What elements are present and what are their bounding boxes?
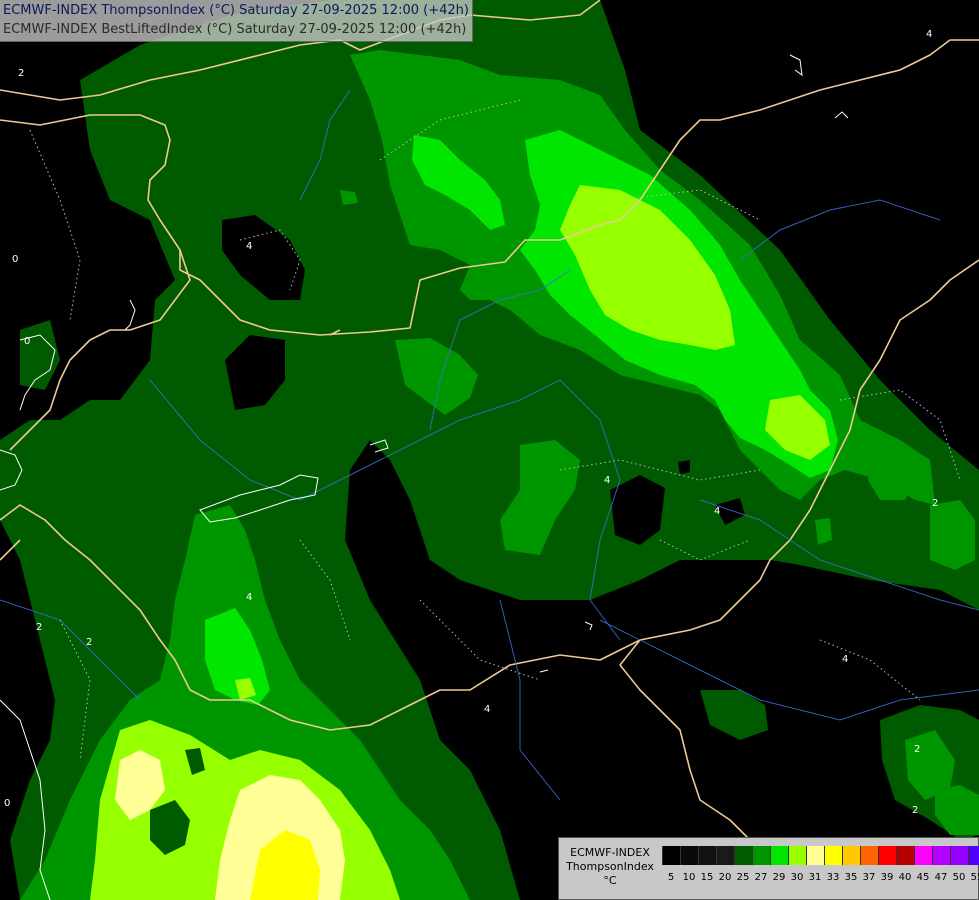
contour-label: 2: [86, 637, 92, 648]
legend-swatch: [951, 846, 969, 865]
contour-label: 4: [484, 704, 490, 715]
legend-tick-label: 40: [898, 872, 912, 883]
legend-unit: °C: [603, 874, 617, 887]
contour-label: 2: [912, 805, 918, 816]
legend-swatch: [861, 846, 879, 865]
header-line-thompson-index: ECMWF-INDEX ThompsonIndex (°C) Saturday …: [3, 3, 469, 18]
legend-model: ECMWF-INDEX: [570, 846, 650, 859]
legend-swatch: [717, 846, 735, 865]
contour-label: 2: [18, 68, 24, 79]
legend-tick-label: 50: [952, 872, 966, 883]
legend-swatches: [662, 846, 979, 865]
legend-swatch: [771, 846, 789, 865]
legend-swatch: [843, 846, 861, 865]
contour-label: 4: [842, 654, 848, 665]
legend-tick-label: 55: [970, 872, 979, 883]
contour-label: 4: [246, 592, 252, 603]
legend-tick-label: 20: [718, 872, 732, 883]
contour-label: 0: [24, 336, 30, 347]
legend-tick-label: 30: [790, 872, 804, 883]
legend-swatch: [735, 846, 753, 865]
legend-tick-label: 35: [844, 872, 858, 883]
legend-swatch: [969, 846, 979, 865]
legend-swatch: [879, 846, 897, 865]
legend-title: ECMWF-INDEX ThompsonIndex °C: [562, 846, 658, 888]
contour-label: 4: [926, 29, 932, 40]
contour-label: 2: [932, 498, 938, 509]
legend-tick-label: 27: [754, 872, 768, 883]
legend-swatch: [915, 846, 933, 865]
legend-swatch: [807, 846, 825, 865]
legend-tick-label: 37: [862, 872, 876, 883]
legend-ticks: 5101520252729303133353739404547505560: [662, 872, 979, 884]
legend-swatch: [681, 846, 699, 865]
legend-swatch: [897, 846, 915, 865]
legend-tick-label: 25: [736, 872, 750, 883]
legend-tick-label: 10: [682, 872, 696, 883]
legend-swatch: [789, 846, 807, 865]
legend-tick-label: 29: [772, 872, 786, 883]
legend-tick-label: 15: [700, 872, 714, 883]
contour-label: 4: [246, 241, 252, 252]
legend-tick-label: 31: [808, 872, 822, 883]
weather-map: 2 4 4 0 0 2 4 2 4 4 2 2 0 4 2 4: [0, 0, 979, 900]
legend-swatch: [753, 846, 771, 865]
legend-tick-label: 39: [880, 872, 894, 883]
contour-label: 4: [714, 506, 720, 517]
legend-swatch: [825, 846, 843, 865]
contour-label: 4: [604, 475, 610, 486]
legend-parameter: ThompsonIndex: [566, 860, 654, 873]
legend-tick-label: 33: [826, 872, 840, 883]
header-line-best-lifted-index: ECMWF-INDEX BestLiftedIndex (°C) Saturda…: [3, 22, 467, 37]
contour-label: 2: [914, 744, 920, 755]
legend-tick-label: 5: [667, 872, 675, 883]
contour-label: 2: [36, 622, 42, 633]
contour-label: 0: [4, 798, 10, 809]
legend-swatch: [933, 846, 951, 865]
legend-tick-label: 45: [916, 872, 930, 883]
map-header: ECMWF-INDEX ThompsonIndex (°C) Saturday …: [0, 0, 473, 42]
legend-swatch: [699, 846, 717, 865]
contour-label: 0: [12, 254, 18, 265]
legend-tick-label: 47: [934, 872, 948, 883]
color-legend: ECMWF-INDEX ThompsonIndex °C 5 10 15 20 25 27…: [558, 837, 979, 900]
legend-swatch: [662, 846, 681, 865]
